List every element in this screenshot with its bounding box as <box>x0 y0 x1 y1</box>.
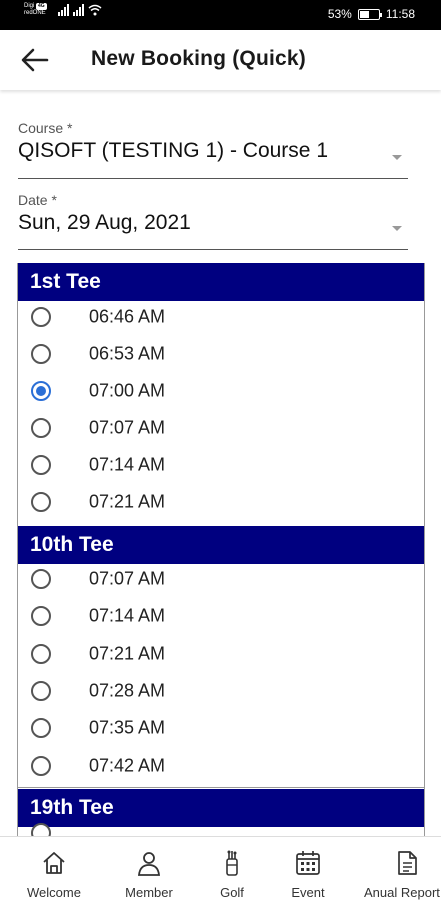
date-value: Sun, 29 Aug, 2021 <box>18 211 191 234</box>
tee-time-list[interactable]: 1st Tee 06:46 AM 06:53 AM 07:00 AM 07:07… <box>17 263 425 836</box>
nav-label: Member <box>125 885 173 900</box>
tee-slot[interactable]: 07:07 AM <box>18 409 424 446</box>
home-icon <box>43 852 65 874</box>
wifi-icon <box>88 4 102 16</box>
slot-time: 07:35 AM <box>89 717 166 737</box>
slot-time: 07:21 AM <box>89 643 166 663</box>
tee-slot-partial[interactable] <box>18 823 424 836</box>
radio-button[interactable] <box>31 605 51 626</box>
slot-time: 07:28 AM <box>89 680 166 700</box>
slot-time: 06:46 AM <box>89 306 166 326</box>
nav-welcome[interactable]: Welcome <box>9 837 99 900</box>
app-bar: New Booking (Quick) <box>0 30 441 90</box>
chevron-down-icon <box>392 226 402 231</box>
radio-button[interactable] <box>31 823 51 836</box>
nav-label: Anual Report <box>364 885 440 900</box>
radio-button[interactable] <box>31 680 51 701</box>
document-icon <box>398 851 417 875</box>
nav-label: Welcome <box>27 885 81 900</box>
battery-icon <box>357 8 382 20</box>
back-button[interactable] <box>20 46 50 74</box>
radio-button[interactable] <box>31 380 51 401</box>
tee-slot[interactable]: 07:14 AM <box>18 597 424 634</box>
arrow-left-icon <box>21 48 49 72</box>
status-bar: Digi 4G redONE 53% 11:58 <box>0 0 441 30</box>
radio-button[interactable] <box>31 454 51 475</box>
tee-slot[interactable]: 07:07 AM <box>18 560 424 597</box>
date-label: Date * <box>18 192 57 208</box>
course-select[interactable]: Course * QISOFT (TESTING 1) - Course 1 <box>18 120 408 179</box>
slot-time: 07:07 AM <box>89 417 166 437</box>
radio-button[interactable] <box>31 306 51 327</box>
battery-percent: 53% <box>327 7 352 21</box>
slot-time: 07:21 AM <box>89 491 166 511</box>
page-title: New Booking (Quick) <box>91 47 306 70</box>
slot-time: 07:42 AM <box>89 755 166 775</box>
carrier-label: Digi 4G redONE <box>24 3 54 17</box>
signal-icon-2 <box>73 4 84 16</box>
tee-slot[interactable]: 07:14 AM <box>18 446 424 483</box>
nav-anual-report[interactable]: Anual Report <box>362 837 441 900</box>
slot-time: 07:07 AM <box>89 568 166 588</box>
golf-bag-icon <box>226 850 238 876</box>
network-badge: 4G <box>36 3 47 10</box>
radio-button[interactable] <box>31 717 51 738</box>
radio-button[interactable] <box>31 417 51 438</box>
carrier-name-2: redONE <box>24 10 46 16</box>
carrier-name: Digi <box>24 3 35 9</box>
divider <box>18 787 424 788</box>
tee-slot[interactable]: 07:21 AM <box>18 635 424 672</box>
chevron-down-icon <box>392 155 402 160</box>
bottom-nav: Welcome Member Golf Event Anual Report <box>0 836 441 900</box>
course-value: QISOFT (TESTING 1) - Course 1 <box>18 139 328 162</box>
tee-slot[interactable]: 07:21 AM <box>18 483 424 520</box>
slot-time: 07:14 AM <box>89 605 166 625</box>
slot-time: 07:00 AM <box>89 380 166 400</box>
tee-slot[interactable]: 06:46 AM <box>18 298 424 335</box>
radio-button[interactable] <box>31 755 51 776</box>
tee-slot[interactable]: 07:35 AM <box>18 709 424 746</box>
tee-slot[interactable]: 07:00 AM <box>18 372 424 409</box>
calendar-icon <box>296 851 320 875</box>
tee-slot[interactable]: 07:42 AM <box>18 747 424 784</box>
slot-time: 07:14 AM <box>89 454 166 474</box>
radio-button[interactable] <box>31 568 51 589</box>
nav-label: Event <box>291 885 325 900</box>
tee-header-19th: 19th Tee <box>18 789 424 827</box>
status-right: 53% 11:58 <box>328 7 415 21</box>
course-label: Course * <box>18 120 73 136</box>
radio-button[interactable] <box>31 343 51 364</box>
tee-slot[interactable]: 07:28 AM <box>18 672 424 709</box>
slot-time: 06:53 AM <box>89 343 166 363</box>
clock: 11:58 <box>385 7 415 21</box>
person-icon <box>138 852 160 876</box>
nav-event[interactable]: Event <box>263 837 353 900</box>
tee-slot[interactable]: 06:53 AM <box>18 335 424 372</box>
date-select[interactable]: Date * Sun, 29 Aug, 2021 <box>18 192 408 250</box>
signal-icon <box>58 4 69 16</box>
status-left: Digi 4G redONE <box>24 3 102 17</box>
radio-button[interactable] <box>31 643 51 664</box>
tee-header-10th: 10th Tee <box>18 526 424 564</box>
radio-button[interactable] <box>31 491 51 512</box>
tee-header-1st: 1st Tee <box>18 263 424 301</box>
nav-member[interactable]: Member <box>104 837 194 900</box>
